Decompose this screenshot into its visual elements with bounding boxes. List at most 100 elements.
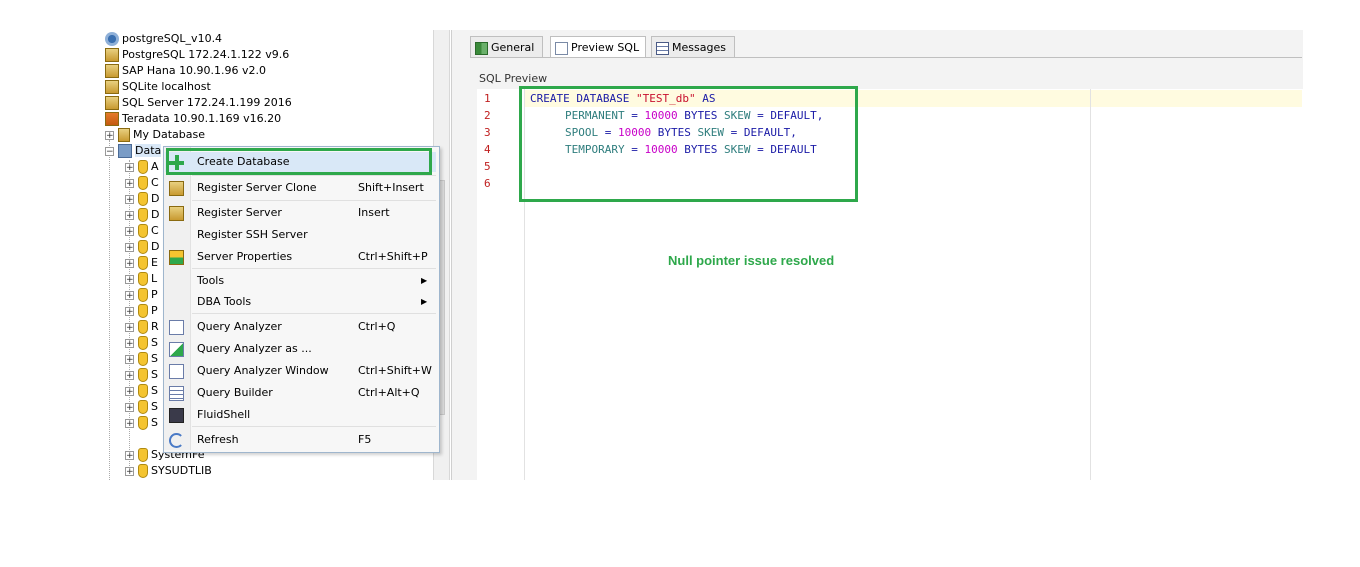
menu-separator: [192, 268, 436, 269]
submenu-arrow-icon: ▶: [421, 276, 428, 285]
tree-node-database[interactable]: + C: [125, 223, 159, 239]
menu-item-shortcut: Shift+Insert: [358, 181, 424, 194]
expand-plus-icon[interactable]: +: [125, 162, 134, 172]
menu-item-refresh[interactable]: Refresh F5: [165, 430, 436, 450]
tree-node-database[interactable]: + S: [125, 351, 158, 367]
tree-node-label: postgreSQL_v10.4: [122, 32, 223, 45]
menu-item-dba-tools[interactable]: DBA Tools ▶: [165, 292, 436, 312]
tree-node-label: Teradata 10.90.1.169 v16.20: [122, 112, 282, 125]
expand-plus-icon[interactable]: +: [125, 306, 134, 316]
menu-item-register-ssh-server[interactable]: Register SSH Server: [165, 225, 436, 245]
tree-node-my-database[interactable]: + My Database: [105, 127, 205, 143]
tree-node-database[interactable]: + C: [125, 175, 159, 191]
tree-node-label: L: [151, 272, 158, 285]
tree-node-database[interactable]: + S: [125, 399, 158, 415]
menu-item-label: Query Analyzer as ...: [197, 342, 312, 355]
tree-node-server[interactable]: PostgreSQL 172.24.1.122 v9.6: [105, 47, 289, 63]
expand-plus-icon[interactable]: +: [125, 258, 134, 268]
tree-node-database[interactable]: + SYSUDTLIB: [125, 463, 212, 479]
database-icon: [138, 336, 148, 350]
tree-node-database[interactable]: + P: [125, 303, 158, 319]
expand-plus-icon[interactable]: +: [125, 466, 134, 476]
tree-node-server[interactable]: Teradata 10.90.1.169 v16.20: [105, 111, 281, 127]
tab-general[interactable]: General: [470, 36, 543, 57]
menu-item-fluidshell[interactable]: FluidShell: [165, 405, 436, 425]
tree-node-databases[interactable]: − Data: [105, 143, 162, 159]
menu-item-query-builder[interactable]: Query Builder Ctrl+Alt+Q: [165, 383, 436, 403]
expand-plus-icon[interactable]: +: [125, 194, 134, 204]
tree-node-label: S: [151, 336, 158, 349]
database-icon: [138, 448, 148, 462]
tree-node-database[interactable]: + L: [125, 271, 157, 287]
tab-label: Preview SQL: [571, 41, 640, 54]
expand-plus-icon[interactable]: +: [125, 354, 134, 364]
expand-plus-icon[interactable]: +: [125, 386, 134, 396]
menu-item-server-properties[interactable]: Server Properties Ctrl+Shift+P: [165, 247, 436, 267]
tree-node-label: D: [151, 192, 160, 205]
expand-plus-icon[interactable]: +: [125, 290, 134, 300]
line-number: 4: [484, 143, 491, 156]
server-clone-icon: [169, 181, 184, 196]
menu-item-query-analyzer-as[interactable]: Query Analyzer as ...: [165, 339, 436, 359]
menu-item-query-analyzer-window[interactable]: Query Analyzer Window Ctrl+Shift+W: [165, 361, 436, 381]
tree-node-database[interactable]: + S: [125, 367, 158, 383]
tree-node-database[interactable]: + S: [125, 335, 158, 351]
menu-item-label: Tools: [197, 274, 225, 287]
grid-icon: [475, 41, 488, 55]
tree-node-database[interactable]: + A: [125, 159, 159, 175]
line-number: 1: [484, 92, 491, 105]
query-analyzer-as-icon: [169, 342, 184, 357]
menu-item-register-server[interactable]: Register Server Insert: [165, 203, 436, 223]
tree-node-database[interactable]: + D: [125, 239, 159, 255]
query-builder-icon: [169, 386, 184, 401]
tree-node-database[interactable]: + R: [125, 319, 159, 335]
tree-node-database[interactable]: + D: [125, 207, 159, 223]
databases-folder-icon: [118, 144, 132, 158]
expand-plus-icon[interactable]: +: [125, 242, 134, 252]
tree-node-label: C: [151, 224, 159, 237]
expand-plus-icon[interactable]: +: [125, 322, 134, 332]
menu-item-shortcut: Ctrl+Alt+Q: [358, 386, 420, 399]
menu-item-label: Query Analyzer: [197, 320, 282, 333]
expand-plus-icon[interactable]: +: [105, 130, 114, 140]
tree-node-label: S: [151, 368, 158, 381]
tree-node-label: SAP Hana 10.90.1.96 v2.0: [122, 64, 267, 77]
expand-plus-icon[interactable]: +: [125, 370, 134, 380]
expand-plus-icon[interactable]: +: [125, 418, 134, 428]
expand-plus-icon[interactable]: +: [125, 338, 134, 348]
tree-node-database[interactable]: + S: [125, 415, 158, 431]
database-icon: [138, 160, 148, 174]
tab-messages[interactable]: Messages: [651, 36, 735, 57]
collapse-minus-icon[interactable]: −: [105, 146, 114, 156]
expand-plus-icon[interactable]: +: [125, 178, 134, 188]
database-icon: [138, 384, 148, 398]
tree-node-server[interactable]: SQL Server 172.24.1.199 2016: [105, 95, 292, 111]
database-icon: [138, 464, 148, 478]
database-icon: [138, 416, 148, 430]
expand-plus-icon[interactable]: +: [125, 274, 134, 284]
menu-item-label: FluidShell: [197, 408, 251, 421]
database-icon: [138, 272, 148, 286]
editor-margin-line: [1090, 89, 1091, 480]
tree-node-server[interactable]: SAP Hana 10.90.1.96 v2.0: [105, 63, 266, 79]
expand-plus-icon[interactable]: +: [125, 210, 134, 220]
tree-node-server[interactable]: postgreSQL_v10.4: [105, 31, 222, 47]
tab-preview-sql[interactable]: Preview SQL: [550, 36, 646, 58]
database-icon: [138, 256, 148, 270]
tree-node-database[interactable]: + P: [125, 287, 158, 303]
tree-node-label: S: [151, 384, 158, 397]
expand-plus-icon[interactable]: +: [125, 402, 134, 412]
tree-node-label: S: [151, 416, 158, 429]
tree-node-database[interactable]: + D: [125, 191, 159, 207]
menu-item-register-server-clone[interactable]: Register Server Clone Shift+Insert: [165, 178, 436, 198]
sql-preview-label: SQL Preview: [479, 72, 548, 85]
tree-node-label: Data: [135, 144, 162, 157]
expand-plus-icon[interactable]: +: [125, 450, 134, 460]
expand-plus-icon[interactable]: +: [125, 226, 134, 236]
submenu-arrow-icon: ▶: [421, 297, 428, 306]
menu-item-query-analyzer[interactable]: Query Analyzer Ctrl+Q: [165, 317, 436, 337]
menu-item-tools[interactable]: Tools ▶: [165, 271, 436, 291]
tree-node-server[interactable]: SQLite localhost: [105, 79, 211, 95]
tree-node-database[interactable]: + S: [125, 383, 158, 399]
tree-node-database[interactable]: + E: [125, 255, 158, 271]
